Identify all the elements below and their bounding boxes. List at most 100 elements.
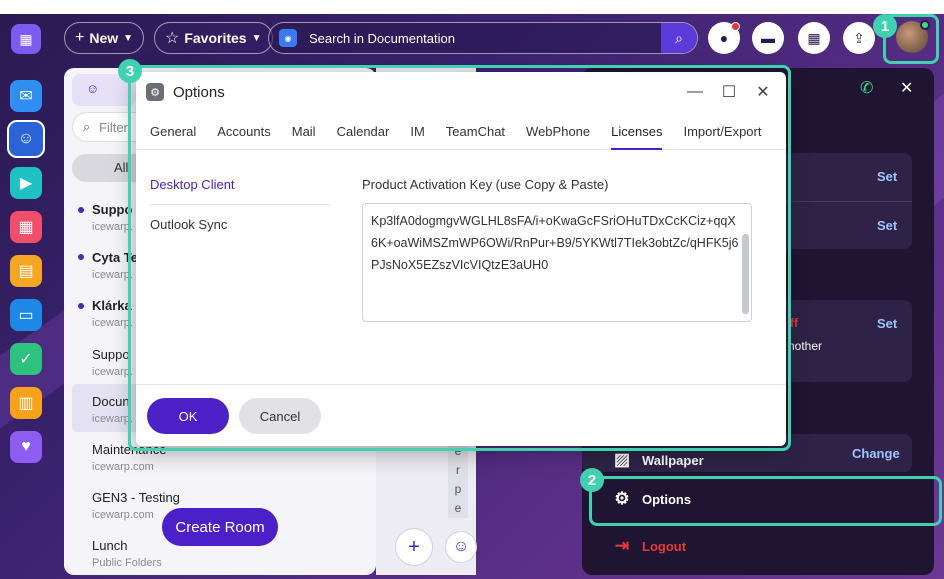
side-nav-outlook-sync[interactable]: Outlook Sync xyxy=(150,217,227,232)
change-wallpaper-link[interactable]: Change xyxy=(852,446,900,461)
annotation-number: 2 xyxy=(580,468,604,492)
emoji-icon[interactable]: ☺ xyxy=(445,531,477,563)
list-item[interactable]: Docun icewarp. xyxy=(92,394,133,425)
tab-accounts[interactable]: Accounts xyxy=(217,120,270,150)
letter: e xyxy=(454,501,462,515)
list-item-title: Suppo xyxy=(92,347,130,362)
letter: r xyxy=(456,463,460,477)
wallpaper-row[interactable]: ▨ Wallpaper xyxy=(612,450,704,470)
setting-description: nother xyxy=(788,339,823,353)
ok-button[interactable]: OK xyxy=(147,398,229,434)
tab-general[interactable]: General xyxy=(150,120,196,150)
set-link[interactable]: Set xyxy=(877,218,897,233)
options-dialog: ⚙ Options — ☐ ✕ General Accounts Mail Ca… xyxy=(136,72,786,446)
video-icon[interactable]: ▶ xyxy=(10,167,42,199)
message-icon[interactable]: ▬ xyxy=(752,22,784,54)
search-icon: ⌕ xyxy=(83,119,91,134)
tab-teamchat[interactable]: TeamChat xyxy=(446,120,505,150)
wallpaper-label: Wallpaper xyxy=(642,452,704,468)
list-item-subtitle: Public Folders xyxy=(92,557,162,569)
star-icon: ☆ xyxy=(165,30,180,47)
create-room-button[interactable]: Create Room xyxy=(162,508,278,546)
search-scope-icon[interactable]: ◉ xyxy=(279,29,297,47)
add-icon[interactable]: + xyxy=(395,528,433,566)
favorites-button[interactable]: ☆ Favorites ▼ xyxy=(154,22,273,54)
list-item-title: Lunch xyxy=(92,538,128,553)
set-link[interactable]: Set xyxy=(877,169,897,184)
list-item-subtitle: icewarp. xyxy=(92,366,133,378)
mail-icon[interactable]: ✉ xyxy=(10,80,42,112)
side-nav-desktop-client[interactable]: Desktop Client xyxy=(150,177,235,192)
logout-label: Logout xyxy=(642,538,687,554)
activation-key-value[interactable]: Kp3lfA0dogmgvWGLHL8sFA/i+oKwaGcFSriOHuTD… xyxy=(371,210,739,276)
address-book-icon[interactable]: ▤ xyxy=(10,255,42,287)
gear-icon: ⚙ xyxy=(146,83,164,101)
maximize-icon[interactable]: ☐ xyxy=(717,80,741,104)
list-item-title: Klárka I xyxy=(92,298,139,313)
apps-grid-icon[interactable]: ▦ xyxy=(11,24,41,54)
tab-import-export[interactable]: Import/Export xyxy=(683,120,761,150)
activation-key-label: Product Activation Key (use Copy & Paste… xyxy=(362,177,609,192)
tab-im[interactable]: IM xyxy=(410,120,424,150)
cancel-button[interactable]: Cancel xyxy=(239,398,321,434)
contacts-icon[interactable]: ☺ xyxy=(10,123,42,155)
annotation-number: 1 xyxy=(873,14,897,38)
chevron-down-icon: ▼ xyxy=(251,32,262,44)
upload-icon[interactable]: ⇪ xyxy=(843,22,875,54)
set-link[interactable]: Set xyxy=(877,316,897,331)
chat-bubble-icon[interactable]: ● xyxy=(708,22,740,54)
search-icon[interactable]: ⌕ xyxy=(661,23,697,53)
search-input[interactable]: Search in Documentation xyxy=(309,31,661,46)
tab-mail[interactable]: Mail xyxy=(292,120,316,150)
heart-icon[interactable]: ♥ xyxy=(10,431,42,463)
notification-dot xyxy=(731,22,740,31)
list-item-subtitle: icewarp. xyxy=(92,413,133,425)
calendar-icon[interactable]: ▦ xyxy=(798,22,830,54)
dialog-tabs: General Accounts Mail Calendar IM TeamCh… xyxy=(136,120,786,150)
list-item[interactable]: Suppo icewarp. xyxy=(92,347,133,378)
divider xyxy=(136,384,786,385)
chevron-down-icon: ▼ xyxy=(123,32,134,44)
tab-webphone[interactable]: WebPhone xyxy=(526,120,590,150)
list-item[interactable]: Lunch Public Folders xyxy=(92,538,162,569)
unread-dot xyxy=(78,303,84,309)
close-icon[interactable]: ✕ xyxy=(900,78,913,98)
calendar-app-icon[interactable]: ▦ xyxy=(10,211,42,243)
online-status-dot xyxy=(920,20,930,30)
folder-icon[interactable]: ▭ xyxy=(10,299,42,331)
contacts-icon: ☺ xyxy=(86,81,100,96)
list-item-subtitle: icewarp. xyxy=(92,317,133,329)
avatar[interactable] xyxy=(896,20,930,53)
close-icon[interactable]: ✕ xyxy=(751,80,775,104)
filter-placeholder: Filter xyxy=(99,120,128,135)
list-item[interactable]: Suppo icewarp. xyxy=(92,202,133,233)
new-button[interactable]: + New ▼ xyxy=(64,22,145,54)
activation-key-textarea[interactable]: Kp3lfA0dogmgvWGLHL8sFA/i+oKwaGcFSriOHuTD… xyxy=(362,203,752,322)
list-item-title: GEN3 - Testing xyxy=(92,490,180,505)
letter: p xyxy=(454,482,462,496)
list-item[interactable]: Maintenance icewarp.com xyxy=(92,442,166,473)
list-item[interactable]: Cyta Te icewarp. xyxy=(92,250,138,281)
tab-calendar[interactable]: Calendar xyxy=(337,120,390,150)
chat-message-fragment: e r p e xyxy=(448,442,468,518)
list-item-title: Suppo xyxy=(92,202,133,217)
list-item-title: Cyta Te xyxy=(92,250,138,265)
dialog-title: Options xyxy=(173,83,225,101)
unread-dot xyxy=(78,207,84,213)
tasks-icon[interactable]: ✓ xyxy=(10,343,42,375)
tab-licenses[interactable]: Licenses xyxy=(611,120,663,150)
phone-icon[interactable]: ✆ xyxy=(860,78,873,98)
logout-row[interactable]: ⇥ Logout xyxy=(612,536,686,556)
new-label: New xyxy=(89,30,119,46)
notes-icon[interactable]: ▥ xyxy=(10,387,42,419)
search-bar[interactable]: ◉ Search in Documentation ⌕ xyxy=(268,22,698,54)
options-label: Options xyxy=(642,491,692,507)
divider xyxy=(150,204,330,205)
list-item[interactable]: Klárka I icewarp. xyxy=(92,298,139,329)
favorites-label: Favorites xyxy=(184,30,247,46)
list-item-title: Docun xyxy=(92,394,130,409)
minimize-icon[interactable]: — xyxy=(683,80,707,104)
scrollbar[interactable] xyxy=(742,234,749,314)
options-row[interactable]: ⚙ Options xyxy=(612,489,691,509)
filter-tab-label: All xyxy=(114,160,129,175)
